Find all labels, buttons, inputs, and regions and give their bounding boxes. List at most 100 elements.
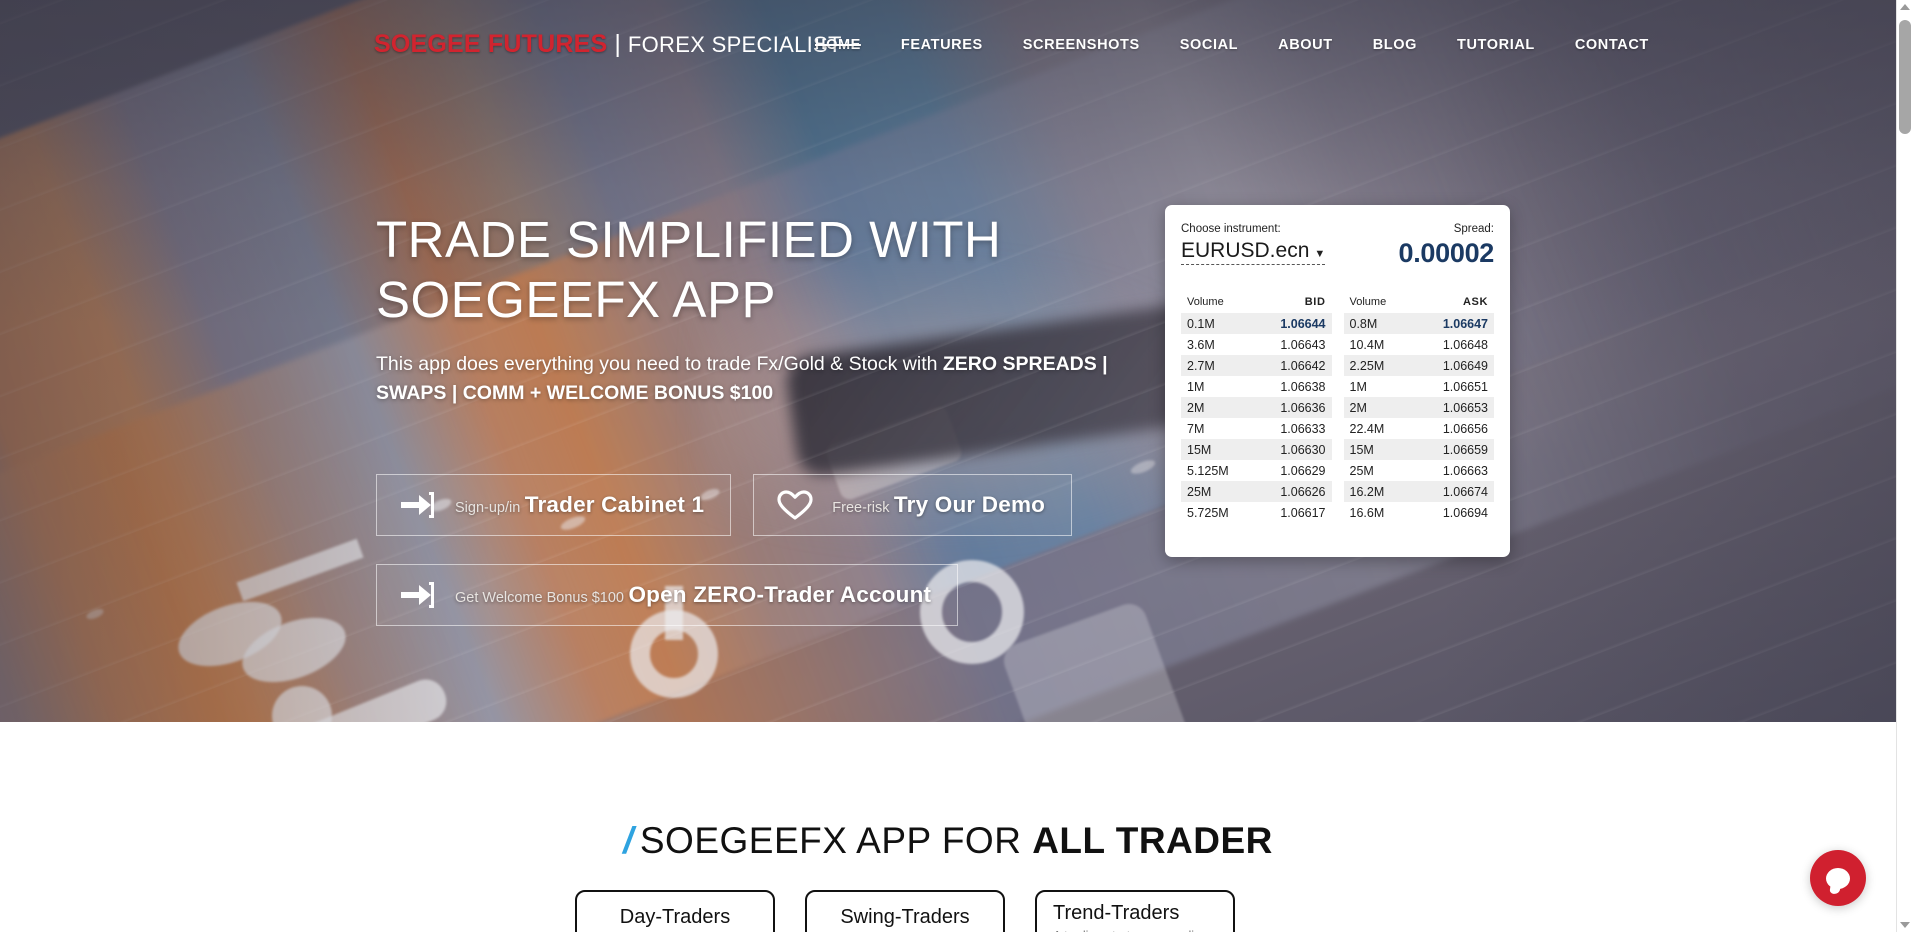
- table-header-row: Volume ASK: [1344, 293, 1495, 313]
- cta-trader-cabinet-button[interactable]: Sign-up/in Trader Cabinet 1: [376, 474, 732, 536]
- table-row[interactable]: 16.6M 1.06694: [1344, 502, 1495, 523]
- ask-price: 1.06656: [1442, 421, 1488, 436]
- page-root: SOEGEE FUTURES | FOREX SPECIALIST HOME F…: [0, 0, 1912, 932]
- ask-volume: 2M: [1343, 397, 1413, 418]
- table-row[interactable]: 0.1M 1.06644: [1181, 313, 1332, 334]
- hero-headline-line-2: SOEGEEFX APP: [376, 271, 776, 329]
- bid-volume-header: Volume: [1187, 296, 1224, 308]
- bid-price: 1.06642: [1253, 355, 1332, 376]
- page-scrollbar[interactable]: [1896, 0, 1912, 932]
- card-day-traders[interactable]: Day-Traders: [575, 890, 775, 932]
- spread-value: 0.00002: [1398, 238, 1495, 268]
- table-row[interactable]: 5.725M 1.06617: [1181, 502, 1332, 523]
- cta-small-label: Get Welcome Bonus $100: [455, 589, 624, 606]
- nav-item-social[interactable]: SOCIAL: [1160, 33, 1258, 57]
- bid-price: 1.06636: [1253, 397, 1332, 418]
- main-navigation: HOME FEATURES SCREENSHOTS SOCIAL ABOUT B…: [795, 33, 1669, 57]
- table-row[interactable]: 15M 1.06659: [1343, 439, 1494, 460]
- nav-item-blog[interactable]: BLOG: [1353, 33, 1437, 57]
- cta-big-label: Try Our Demo: [893, 491, 1046, 517]
- ask-price: 1.06659: [1412, 439, 1494, 460]
- sign-in-arrow-icon: [399, 488, 437, 522]
- cta-open-zero-trader-account-button[interactable]: Get Welcome Bonus $100 Open ZERO-Trader …: [376, 564, 959, 626]
- order-book: Volume BID 0.1M 1.06644 3.6M 1.06643 2.7M 1…: [1181, 293, 1494, 523]
- nav-item-about[interactable]: ABOUT: [1258, 33, 1353, 57]
- ask-price: 1.06648: [1442, 337, 1488, 352]
- nav-item-tutorial[interactable]: TUTORIAL: [1437, 33, 1555, 57]
- hero-subheadline: This app does everything you need to tra…: [376, 350, 1136, 409]
- bid-price: 1.06617: [1280, 505, 1326, 520]
- accent-bar-icon: /: [623, 820, 634, 861]
- sign-in-arrow-icon: [399, 578, 437, 612]
- cta-small-label: Free-risk: [832, 499, 890, 516]
- bid-volume: 15M: [1181, 439, 1254, 460]
- nav-item-contact[interactable]: CONTACT: [1555, 33, 1669, 57]
- hero-subheadline-plain: This app does everything you need to tra…: [376, 353, 943, 375]
- site-header: SOEGEE FUTURES | FOREX SPECIALIST HOME F…: [0, 0, 1896, 84]
- bid-price: 1.06644: [1253, 313, 1332, 334]
- chat-widget-button[interactable]: [1810, 850, 1866, 906]
- card-swing-traders[interactable]: Swing-Traders: [805, 890, 1005, 932]
- nav-item-home[interactable]: HOME: [795, 33, 881, 57]
- table-row[interactable]: 25M 1.06663: [1344, 460, 1495, 481]
- instrument-select[interactable]: EURUSD.ecn ▼: [1181, 239, 1326, 265]
- bid-price: 1.06643: [1280, 337, 1326, 352]
- table-row[interactable]: 1M 1.06638: [1181, 376, 1332, 397]
- nav-item-features[interactable]: FEATURES: [881, 33, 1003, 57]
- table-row[interactable]: 5.125M 1.06629: [1181, 460, 1332, 481]
- bid-volume: 5.125M: [1187, 463, 1229, 478]
- table-row[interactable]: 2.25M 1.06649: [1343, 355, 1494, 376]
- ask-price: 1.06653: [1412, 397, 1494, 418]
- ask-volume: 10.4M: [1349, 337, 1385, 352]
- scrollbar-thumb[interactable]: [1899, 20, 1911, 134]
- table-row[interactable]: 16.2M 1.06674: [1343, 481, 1494, 502]
- cta-small-label: Sign-up/in: [455, 499, 521, 516]
- table-row[interactable]: 2.7M 1.06642: [1181, 355, 1332, 376]
- bid-volume: 5.725M: [1187, 505, 1229, 520]
- bid-volume: 1M: [1187, 379, 1205, 394]
- instrument-label: Choose instrument:: [1181, 223, 1281, 235]
- hero-headline-line-1: TRADE SIMPLIFIED WITH: [376, 211, 1002, 268]
- hero-cta-row: Sign-up/in Trader Cabinet 1 Free-risk Tr…: [376, 474, 1073, 536]
- ask-price: 1.06694: [1442, 505, 1488, 520]
- table-row[interactable]: 10.4M 1.06648: [1344, 334, 1495, 355]
- card-trend-traders[interactable]: Trend-Traders A trading strategy accordi…: [1035, 890, 1235, 932]
- ask-price: 1.06663: [1442, 463, 1488, 478]
- hero-headline: TRADE SIMPLIFIED WITH SOEGEEFX APP: [376, 210, 1136, 330]
- card-title: Day-Traders: [619, 906, 731, 928]
- ask-price-header: ASK: [1462, 296, 1488, 308]
- bid-price: 1.06633: [1280, 421, 1326, 436]
- table-row[interactable]: 2M 1.06636: [1181, 397, 1332, 418]
- bid-price: 1.06638: [1280, 379, 1326, 394]
- table-row[interactable]: 1M 1.06651: [1344, 376, 1495, 397]
- trader-type-cards: Day-Traders Swing-Traders Trend-Traders …: [575, 890, 1235, 932]
- bid-volume: 2.7M: [1181, 355, 1254, 376]
- instrument-select-value: EURUSD.ecn: [1181, 239, 1310, 262]
- table-row[interactable]: 0.8M 1.06647: [1343, 313, 1494, 334]
- ask-volume: 16.6M: [1349, 505, 1385, 520]
- scroll-down-arrow-icon[interactable]: [1900, 922, 1910, 928]
- card-title: Swing-Traders: [840, 906, 970, 928]
- ask-price: 1.06651: [1442, 379, 1488, 394]
- cta-try-demo-button[interactable]: Free-risk Try Our Demo: [753, 474, 1073, 536]
- table-row[interactable]: 2M 1.06653: [1343, 397, 1494, 418]
- table-row[interactable]: 25M 1.06626: [1181, 481, 1332, 502]
- ask-price: 1.06674: [1412, 481, 1494, 502]
- hero-section: SOEGEE FUTURES | FOREX SPECIALIST HOME F…: [0, 0, 1896, 722]
- table-row[interactable]: 7M 1.06633: [1181, 418, 1332, 439]
- card-title: Trend-Traders: [1053, 902, 1180, 924]
- bid-volume: 3.6M: [1187, 337, 1215, 352]
- bid-volume: 7M: [1187, 421, 1205, 436]
- table-row[interactable]: 15M 1.06630: [1181, 439, 1332, 460]
- scroll-up-arrow-icon[interactable]: [1900, 4, 1910, 10]
- bid-book: Volume BID 0.1M 1.06644 3.6M 1.06643 2.7M 1…: [1181, 293, 1332, 523]
- cta-big-label: Trader Cabinet 1: [524, 491, 705, 517]
- bid-price-header: BID: [1304, 296, 1326, 308]
- table-row[interactable]: 22.4M 1.06656: [1344, 418, 1495, 439]
- brand-logo[interactable]: SOEGEE FUTURES | FOREX SPECIALIST: [374, 30, 842, 59]
- bid-price: 1.06629: [1280, 463, 1326, 478]
- ask-book: Volume ASK 0.8M 1.06647 10.4M 1.06648 2.25…: [1343, 293, 1495, 523]
- table-row[interactable]: 3.6M 1.06643: [1181, 334, 1332, 355]
- nav-item-screenshots[interactable]: SCREENSHOTS: [1003, 33, 1160, 57]
- ask-price: 1.06647: [1412, 313, 1494, 334]
